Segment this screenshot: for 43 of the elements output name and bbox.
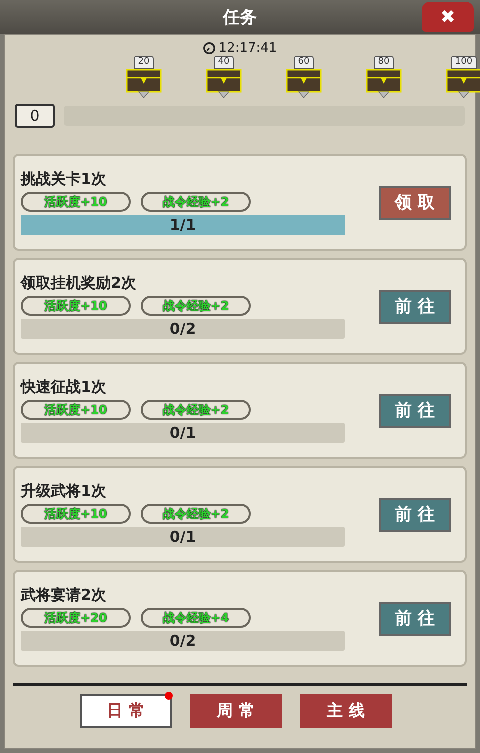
claim-button[interactable]: 领 取 xyxy=(379,186,451,220)
task-title: 领取挂机奖励2次 xyxy=(21,274,138,293)
task-title: 武将宴请2次 xyxy=(21,586,108,605)
progress-count: 0/2 xyxy=(170,632,196,650)
chest-icon[interactable] xyxy=(126,69,162,99)
reward-tag: 战令经验+4 xyxy=(141,608,251,628)
reward-tag: 战令经验+2 xyxy=(141,504,251,524)
progress-count: 1/1 xyxy=(170,216,196,234)
chest-icon[interactable] xyxy=(366,69,402,99)
chest-milestone: 40 xyxy=(214,56,234,69)
progress-count: 0/1 xyxy=(170,528,196,546)
chest-milestone: 80 xyxy=(374,56,394,69)
window-title: 任务 xyxy=(223,6,257,28)
chest-milestone: 20 xyxy=(134,56,154,69)
reward-tag: 活跃度+10 xyxy=(21,504,131,524)
reward-tag: 活跃度+20 xyxy=(21,608,131,628)
task-title: 快速征战1次 xyxy=(21,378,108,397)
reward-tag: 活跃度+10 xyxy=(21,192,131,212)
reward-tag: 战令经验+2 xyxy=(141,400,251,420)
clock-icon xyxy=(202,42,216,54)
tab[interactable]: 周 常 xyxy=(190,694,282,728)
progress-count: 0/1 xyxy=(170,424,196,442)
tab[interactable]: 主 线 xyxy=(300,694,392,728)
reward-tag: 活跃度+10 xyxy=(21,400,131,420)
task-title: 挑战关卡1次 xyxy=(21,170,108,189)
reward-tag: 战令经验+2 xyxy=(141,192,251,212)
countdown-timer: 12:17:41 xyxy=(218,40,278,56)
task-title: 升级武将1次 xyxy=(21,482,108,501)
chest-milestone: 100 xyxy=(451,56,477,69)
chest-milestone: 60 xyxy=(294,56,314,69)
activity-points: 0 xyxy=(15,104,55,128)
chest-icon[interactable] xyxy=(446,69,480,99)
go-button[interactable]: 前 往 xyxy=(379,290,451,324)
chest-icon[interactable] xyxy=(286,69,322,99)
go-button[interactable]: 前 往 xyxy=(379,394,451,428)
tab[interactable]: 日 常 xyxy=(80,694,172,728)
go-button[interactable]: 前 往 xyxy=(379,498,451,532)
go-button[interactable]: 前 往 xyxy=(379,602,451,636)
reward-tag: 活跃度+10 xyxy=(21,296,131,316)
chest-icon[interactable] xyxy=(206,69,242,99)
close-button[interactable]: ✖ xyxy=(422,2,474,32)
progress-count: 0/2 xyxy=(170,320,196,338)
reward-tag: 战令经验+2 xyxy=(141,296,251,316)
